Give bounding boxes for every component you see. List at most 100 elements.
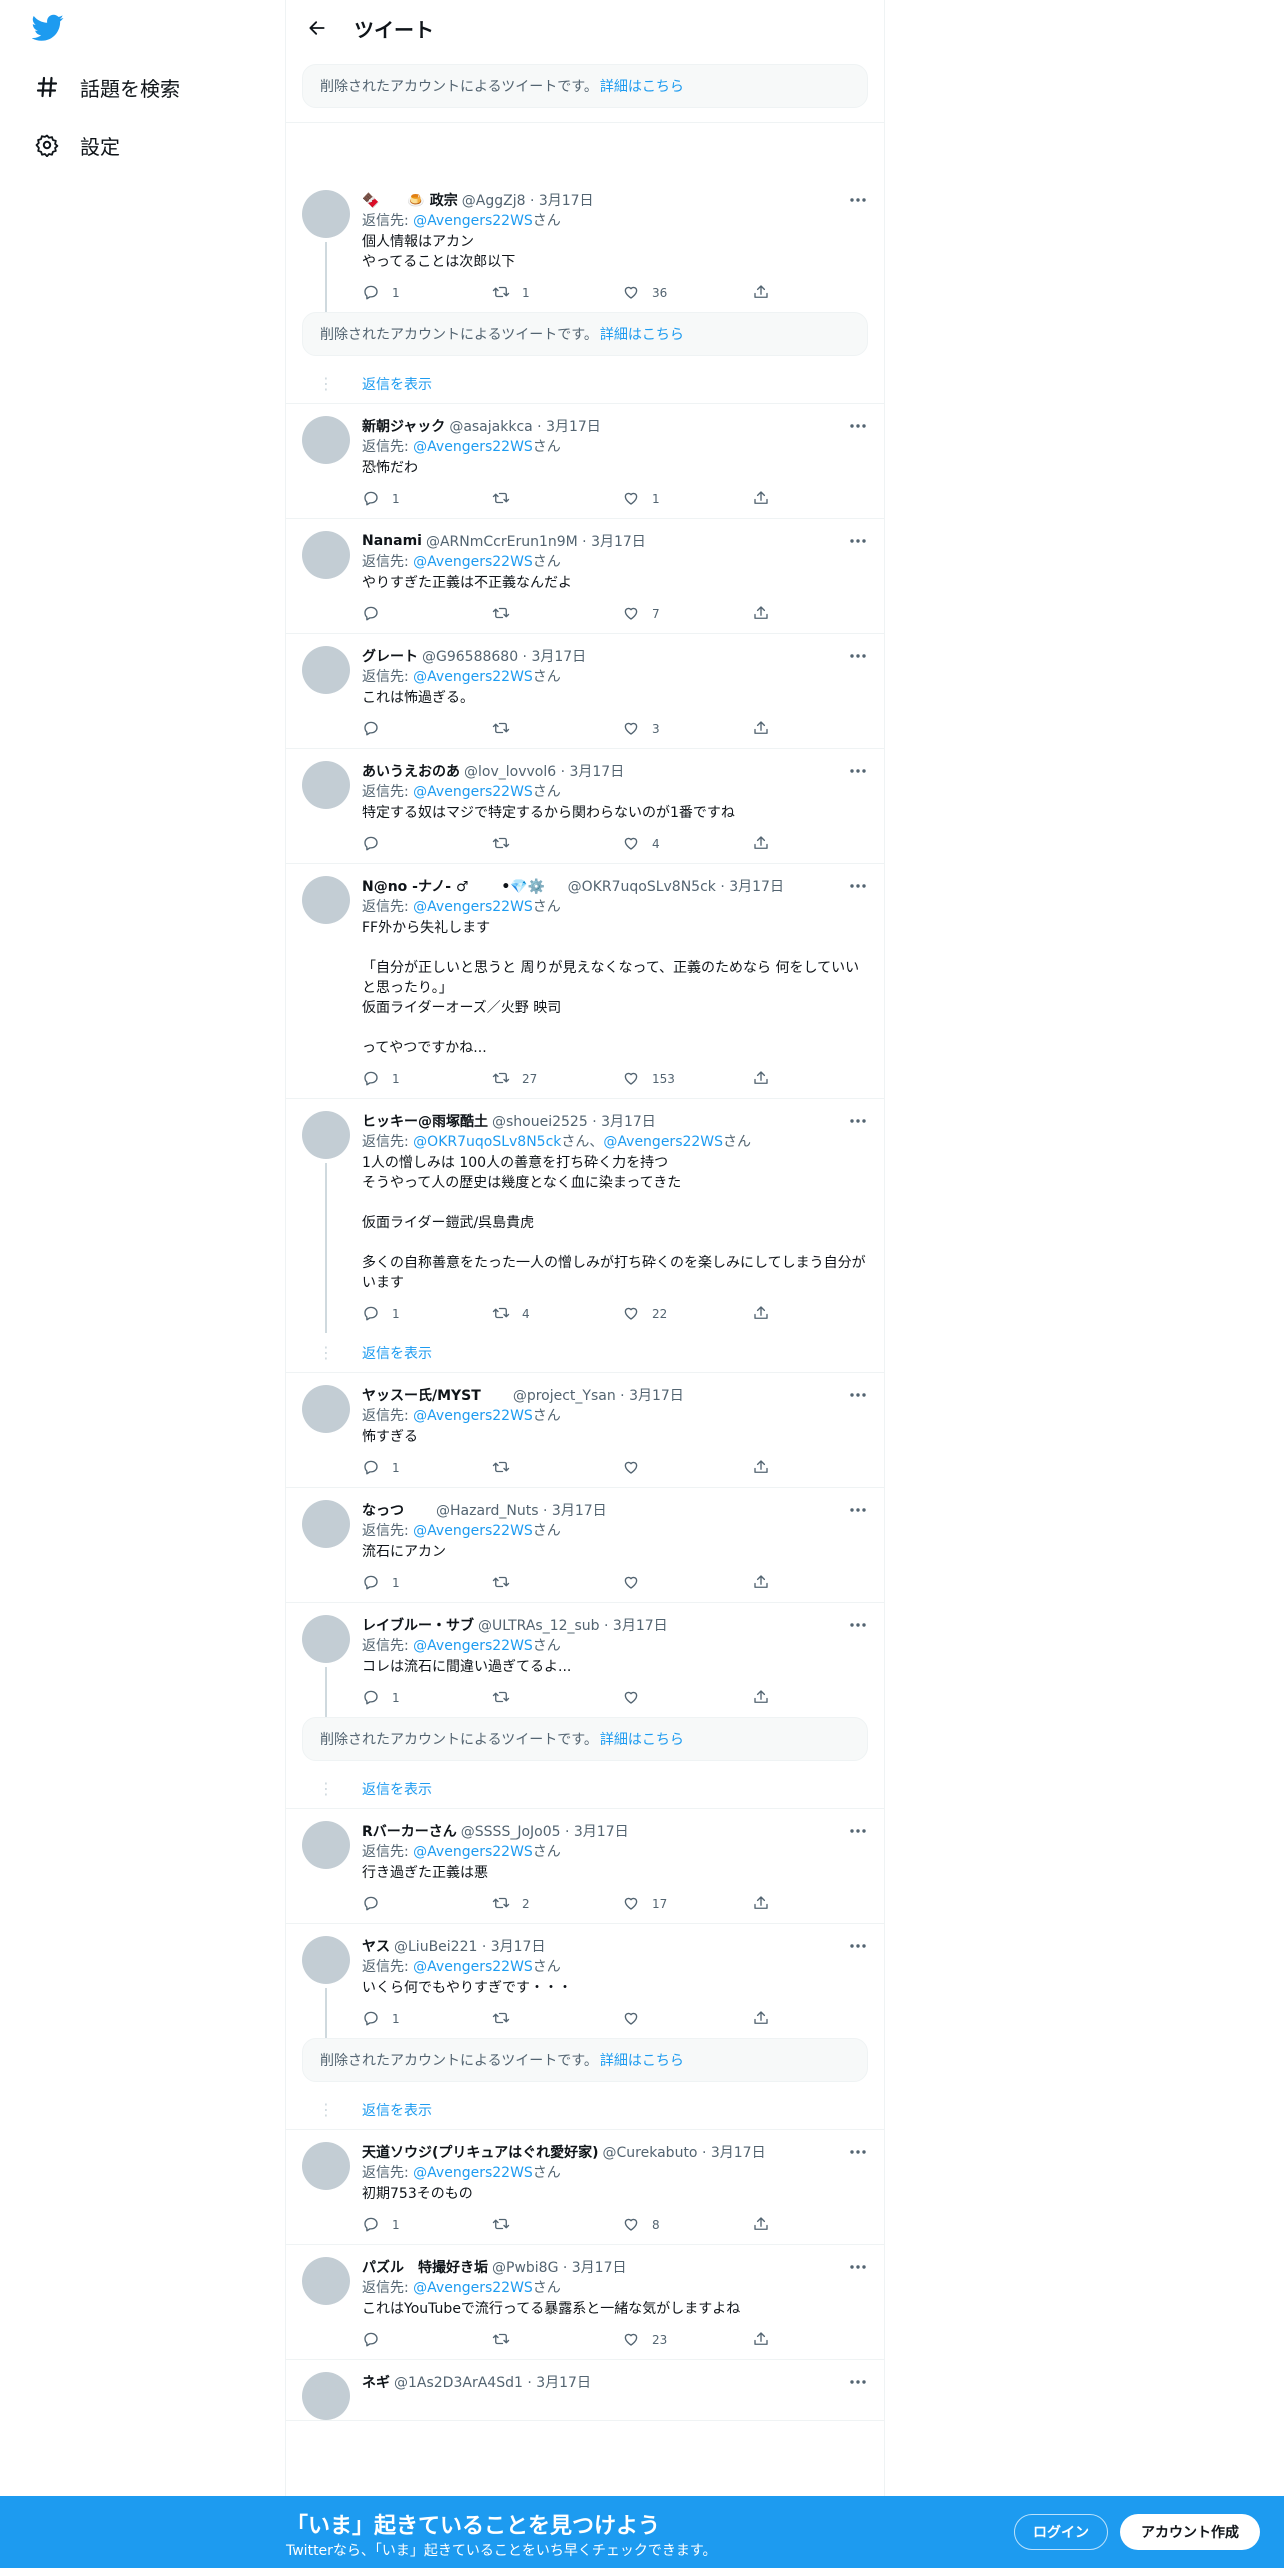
- share-button[interactable]: [752, 489, 782, 510]
- more-options-icon[interactable]: [848, 878, 868, 894]
- reply-button[interactable]: 1: [362, 489, 492, 510]
- tweet[interactable]: ヤス @LiuBei221 · 3月17日 返信先: @Avengers22WSさん…: [286, 1924, 884, 2038]
- retweet-button[interactable]: 27: [492, 1069, 622, 1090]
- author-handle-date[interactable]: @ULTRAs_12_sub · 3月17日: [478, 1615, 668, 1635]
- show-replies-row[interactable]: ⋮ 返信を表示: [286, 1769, 884, 1809]
- reply-button[interactable]: [362, 1894, 492, 1915]
- show-replies-link[interactable]: 返信を表示: [362, 1779, 432, 1799]
- avatar[interactable]: [302, 876, 350, 924]
- author-handle-date[interactable]: @ARNmCcrErun1n9M · 3月17日: [426, 531, 646, 551]
- like-button[interactable]: 7: [622, 604, 752, 625]
- avatar[interactable]: [302, 1936, 350, 1984]
- avatar[interactable]: [302, 531, 350, 579]
- author-name[interactable]: ヤッスー氏/MYST: [362, 1385, 509, 1405]
- author-handle-date[interactable]: @Hazard_Nuts · 3月17日: [436, 1500, 607, 1520]
- author-name[interactable]: ネギ: [362, 2372, 390, 2392]
- author-handle-date[interactable]: @shouei2525 · 3月17日: [492, 1111, 656, 1131]
- more-options-icon[interactable]: [848, 2374, 868, 2390]
- like-button[interactable]: 36: [622, 283, 752, 304]
- reply-to-mention[interactable]: @Avengers22WS: [413, 1638, 533, 1654]
- retweet-button[interactable]: [492, 1458, 622, 1479]
- author-name[interactable]: 🍫 🍮 政宗: [362, 190, 458, 210]
- like-button[interactable]: 8: [622, 2215, 752, 2236]
- reply-to-mention[interactable]: @Avengers22WS: [413, 554, 533, 570]
- more-options-icon[interactable]: [848, 1617, 868, 1633]
- tweet[interactable]: レイブルー・サブ @ULTRAs_12_sub · 3月17日 返信先: @Aven…: [286, 1603, 884, 1717]
- share-button[interactable]: [752, 2009, 782, 2030]
- tweet[interactable]: ネギ @1As2D3ArA4Sd1 · 3月17日: [286, 2360, 884, 2421]
- show-replies-link[interactable]: 返信を表示: [362, 374, 432, 394]
- reply-to-mention[interactable]: @Avengers22WS: [413, 2280, 533, 2296]
- reply-button[interactable]: 1: [362, 1304, 492, 1325]
- more-options-icon[interactable]: [848, 763, 868, 779]
- reply-button[interactable]: 1: [362, 283, 492, 304]
- retweet-button[interactable]: 1: [492, 283, 622, 304]
- reply-to-mention[interactable]: @Avengers22WS: [413, 1844, 533, 1860]
- author-handle-date[interactable]: @lov_lovvol6 · 3月17日: [464, 761, 624, 781]
- like-button[interactable]: 1: [622, 489, 752, 510]
- show-replies-row[interactable]: ⋮ 返信を表示: [286, 1333, 884, 1373]
- reply-button[interactable]: 1: [362, 1069, 492, 1090]
- author-handle-date[interactable]: @Curekabuto · 3月17日: [603, 2142, 766, 2162]
- reply-to-mention[interactable]: @Avengers22WS: [413, 2165, 533, 2181]
- like-button[interactable]: [622, 1458, 752, 1479]
- tweet[interactable]: ヒッキー@雨塚酷土 @shouei2525 · 3月17日 返信先: @OKR7uq…: [286, 1099, 884, 1333]
- share-button[interactable]: [752, 2215, 782, 2236]
- reply-button[interactable]: 1: [362, 2215, 492, 2236]
- share-button[interactable]: [752, 1304, 782, 1325]
- share-button[interactable]: [752, 719, 782, 740]
- avatar[interactable]: [302, 1615, 350, 1663]
- avatar[interactable]: [302, 1821, 350, 1869]
- retweet-button[interactable]: 2: [492, 1894, 622, 1915]
- author-name[interactable]: あいうえおのあ: [362, 761, 460, 781]
- author-name[interactable]: グレート: [362, 646, 418, 666]
- avatar[interactable]: [302, 190, 350, 238]
- more-options-icon[interactable]: [848, 648, 868, 664]
- reply-button[interactable]: [362, 719, 492, 740]
- avatar[interactable]: [302, 2142, 350, 2190]
- share-button[interactable]: [752, 283, 782, 304]
- retweet-button[interactable]: [492, 1688, 622, 1709]
- signup-button[interactable]: アカウント作成: [1120, 2514, 1260, 2550]
- tweet[interactable]: あいうえおのあ @lov_lovvol6 · 3月17日 返信先: @Avenger…: [286, 749, 884, 864]
- avatar[interactable]: [302, 761, 350, 809]
- more-options-icon[interactable]: [848, 1502, 868, 1518]
- like-button[interactable]: 3: [622, 719, 752, 740]
- author-handle-date[interactable]: @1As2D3ArA4Sd1 · 3月17日: [394, 2372, 591, 2392]
- more-options-icon[interactable]: [848, 2144, 868, 2160]
- share-button[interactable]: [752, 1458, 782, 1479]
- avatar[interactable]: [302, 416, 350, 464]
- avatar[interactable]: [302, 1385, 350, 1433]
- author-name[interactable]: パズル 特撮好き垢: [362, 2257, 488, 2277]
- like-button[interactable]: [622, 2009, 752, 2030]
- author-handle-date[interactable]: @project_Ysan · 3月17日: [513, 1385, 684, 1405]
- reply-button[interactable]: 1: [362, 1458, 492, 1479]
- share-button[interactable]: [752, 1573, 782, 1594]
- tweet[interactable]: パズル 特撮好き垢 @Pwbi8G · 3月17日 返信先: @Avengers22…: [286, 2245, 884, 2360]
- tweet[interactable]: Rバーカーさん @SSSS_JoJo05 · 3月17日 返信先: @Avenger…: [286, 1809, 884, 1924]
- tweet[interactable]: ヤッスー氏/MYST @project_Ysan · 3月17日 返信先: @Av…: [286, 1373, 884, 1488]
- reply-button[interactable]: [362, 604, 492, 625]
- author-handle-date[interactable]: @G96588680 · 3月17日: [422, 646, 586, 666]
- author-name[interactable]: レイブルー・サブ: [362, 1615, 474, 1635]
- more-options-icon[interactable]: [848, 1823, 868, 1839]
- more-options-icon[interactable]: [848, 418, 868, 434]
- share-button[interactable]: [752, 1688, 782, 1709]
- more-options-icon[interactable]: [848, 2259, 868, 2275]
- like-button[interactable]: 153: [622, 1069, 752, 1090]
- nav-explore[interactable]: 話題を検索: [32, 67, 180, 107]
- like-button[interactable]: 23: [622, 2330, 752, 2351]
- more-options-icon[interactable]: [848, 1387, 868, 1403]
- reply-to-mention[interactable]: @Avengers22WS: [413, 669, 533, 685]
- retweet-button[interactable]: [492, 489, 622, 510]
- author-handle-date[interactable]: @AggZj8 · 3月17日: [462, 190, 594, 210]
- like-button[interactable]: 4: [622, 834, 752, 855]
- author-handle-date[interactable]: @asajakkca · 3月17日: [449, 416, 600, 436]
- like-button[interactable]: 22: [622, 1304, 752, 1325]
- retweet-button[interactable]: 4: [492, 1304, 622, 1325]
- avatar[interactable]: [302, 1500, 350, 1548]
- like-button[interactable]: [622, 1573, 752, 1594]
- author-name[interactable]: ヒッキー@雨塚酷土: [362, 1111, 488, 1131]
- show-replies-row[interactable]: ⋮ 返信を表示: [286, 364, 884, 404]
- back-arrow-icon[interactable]: [302, 13, 332, 43]
